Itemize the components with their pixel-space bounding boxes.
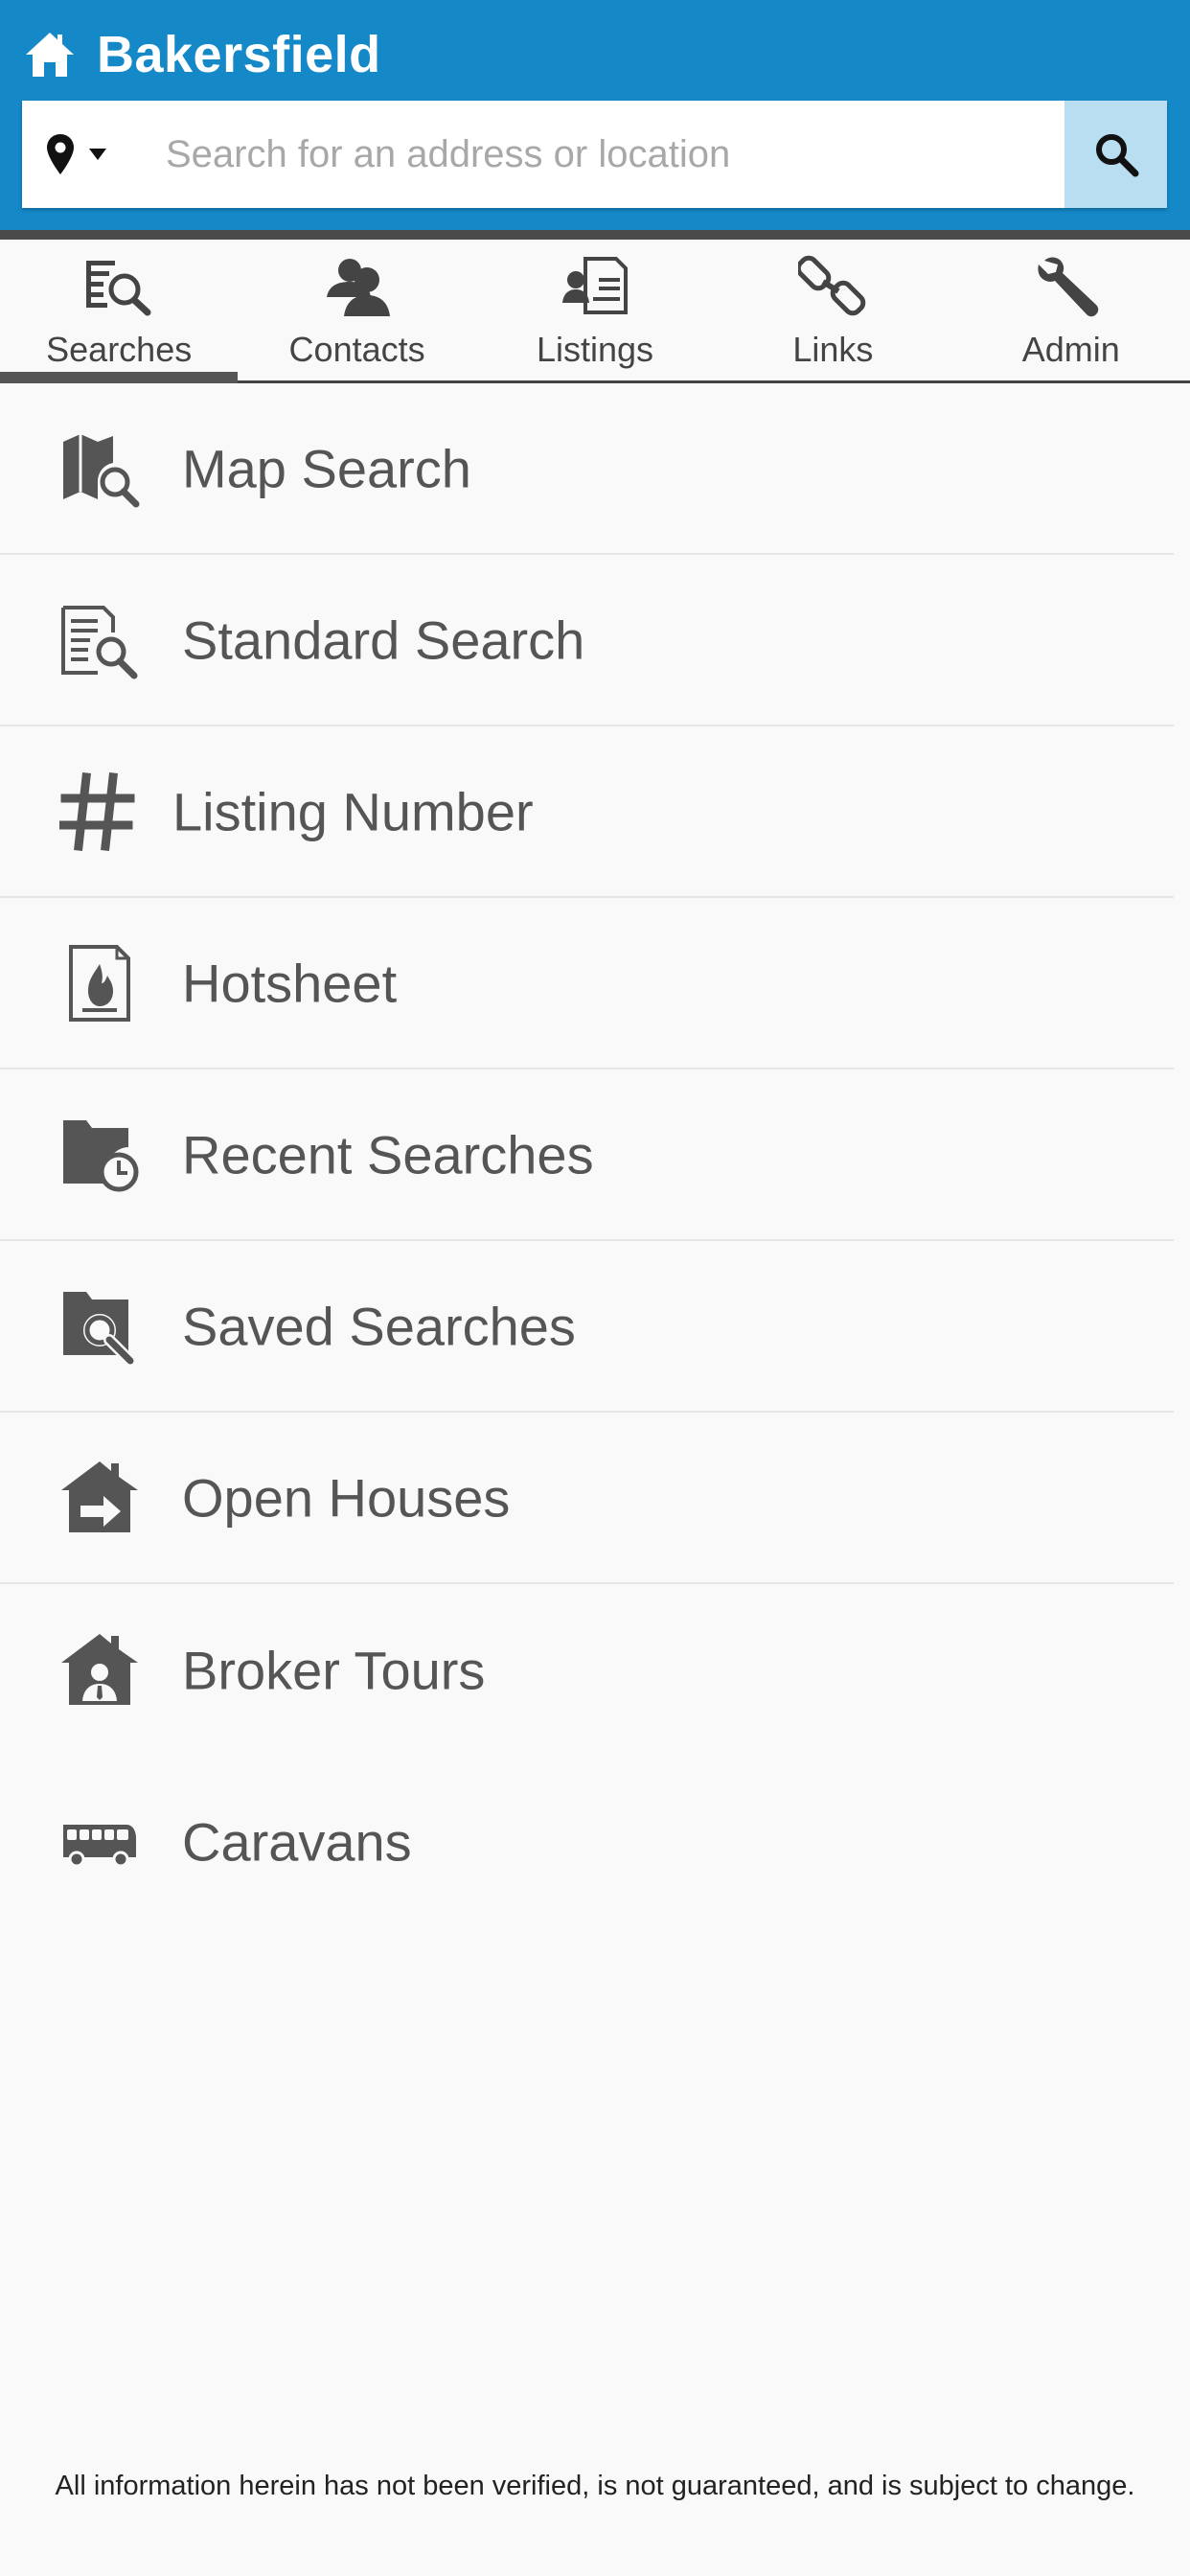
disclaimer-text: All information herein has not been veri… bbox=[55, 2471, 1135, 2501]
header-divider bbox=[0, 230, 1190, 240]
tab-label: Admin bbox=[1021, 330, 1120, 369]
menu-item-label: Open Houses bbox=[182, 1467, 511, 1528]
searches-icon bbox=[86, 261, 151, 316]
home-icon[interactable] bbox=[24, 31, 76, 79]
standard-search-icon bbox=[61, 605, 138, 678]
caravan-bus-icon bbox=[63, 1824, 136, 1867]
tab-bar: Searches Contacts Listings Links Admin bbox=[0, 240, 1190, 383]
location-picker[interactable] bbox=[46, 101, 142, 208]
tab-label: Searches bbox=[46, 330, 193, 369]
contacts-icon bbox=[326, 259, 390, 316]
menu-item-label: Standard Search bbox=[182, 610, 585, 670]
map-search-icon bbox=[63, 433, 140, 507]
menu-item-label: Saved Searches bbox=[182, 1296, 576, 1356]
search-bar bbox=[22, 101, 1167, 208]
menu-item-broker-tours[interactable]: Broker Tours bbox=[0, 1584, 1174, 1756]
listings-icon bbox=[561, 257, 628, 314]
location-pin-icon bbox=[47, 134, 74, 174]
menu-item-label: Listing Number bbox=[172, 781, 534, 841]
search-menu: Map Search Standard Search Listing Numbe… bbox=[0, 383, 1190, 1927]
tab-admin[interactable]: Admin bbox=[952, 240, 1190, 380]
menu-item-label: Broker Tours bbox=[182, 1640, 486, 1700]
menu-item-hotsheet[interactable]: Hotsheet bbox=[0, 898, 1174, 1070]
tab-label: Links bbox=[792, 330, 874, 369]
tab-label: Listings bbox=[536, 330, 653, 369]
hash-icon bbox=[59, 771, 135, 851]
links-icon bbox=[798, 255, 866, 316]
tab-links[interactable]: Links bbox=[714, 240, 951, 380]
search-icon bbox=[1095, 134, 1138, 177]
tab-listings[interactable]: Listings bbox=[476, 240, 714, 380]
search-input[interactable] bbox=[143, 101, 1063, 208]
open-houses-icon bbox=[61, 1460, 138, 1532]
tab-searches[interactable]: Searches bbox=[0, 240, 239, 383]
search-button[interactable] bbox=[1064, 101, 1167, 208]
menu-item-open-houses[interactable]: Open Houses bbox=[0, 1413, 1174, 1584]
menu-item-caravans[interactable]: Caravans bbox=[0, 1756, 1174, 1927]
app-title-bar[interactable]: Bakersfield bbox=[24, 21, 381, 88]
menu-item-recent-searches[interactable]: Recent Searches bbox=[0, 1070, 1174, 1241]
menu-item-label: Map Search bbox=[182, 438, 471, 498]
hotsheet-icon bbox=[69, 944, 130, 1022]
tab-contacts[interactable]: Contacts bbox=[238, 240, 475, 380]
wrench-icon bbox=[1038, 257, 1098, 317]
app-title: Bakersfield bbox=[97, 26, 381, 83]
menu-item-label: Recent Searches bbox=[182, 1124, 594, 1184]
saved-searches-icon bbox=[63, 1291, 136, 1367]
caret-down-icon bbox=[89, 149, 106, 160]
menu-item-saved-searches[interactable]: Saved Searches bbox=[0, 1241, 1174, 1413]
menu-item-standard-search[interactable]: Standard Search bbox=[0, 555, 1174, 726]
tab-label: Contacts bbox=[288, 330, 425, 369]
menu-item-label: Caravans bbox=[182, 1811, 412, 1872]
recent-searches-icon bbox=[63, 1119, 139, 1191]
menu-item-label: Hotsheet bbox=[182, 953, 398, 1013]
menu-item-listing-number[interactable]: Listing Number bbox=[0, 726, 1174, 898]
menu-item-map-search[interactable]: Map Search bbox=[0, 383, 1174, 555]
broker-tours-icon bbox=[61, 1633, 138, 1705]
